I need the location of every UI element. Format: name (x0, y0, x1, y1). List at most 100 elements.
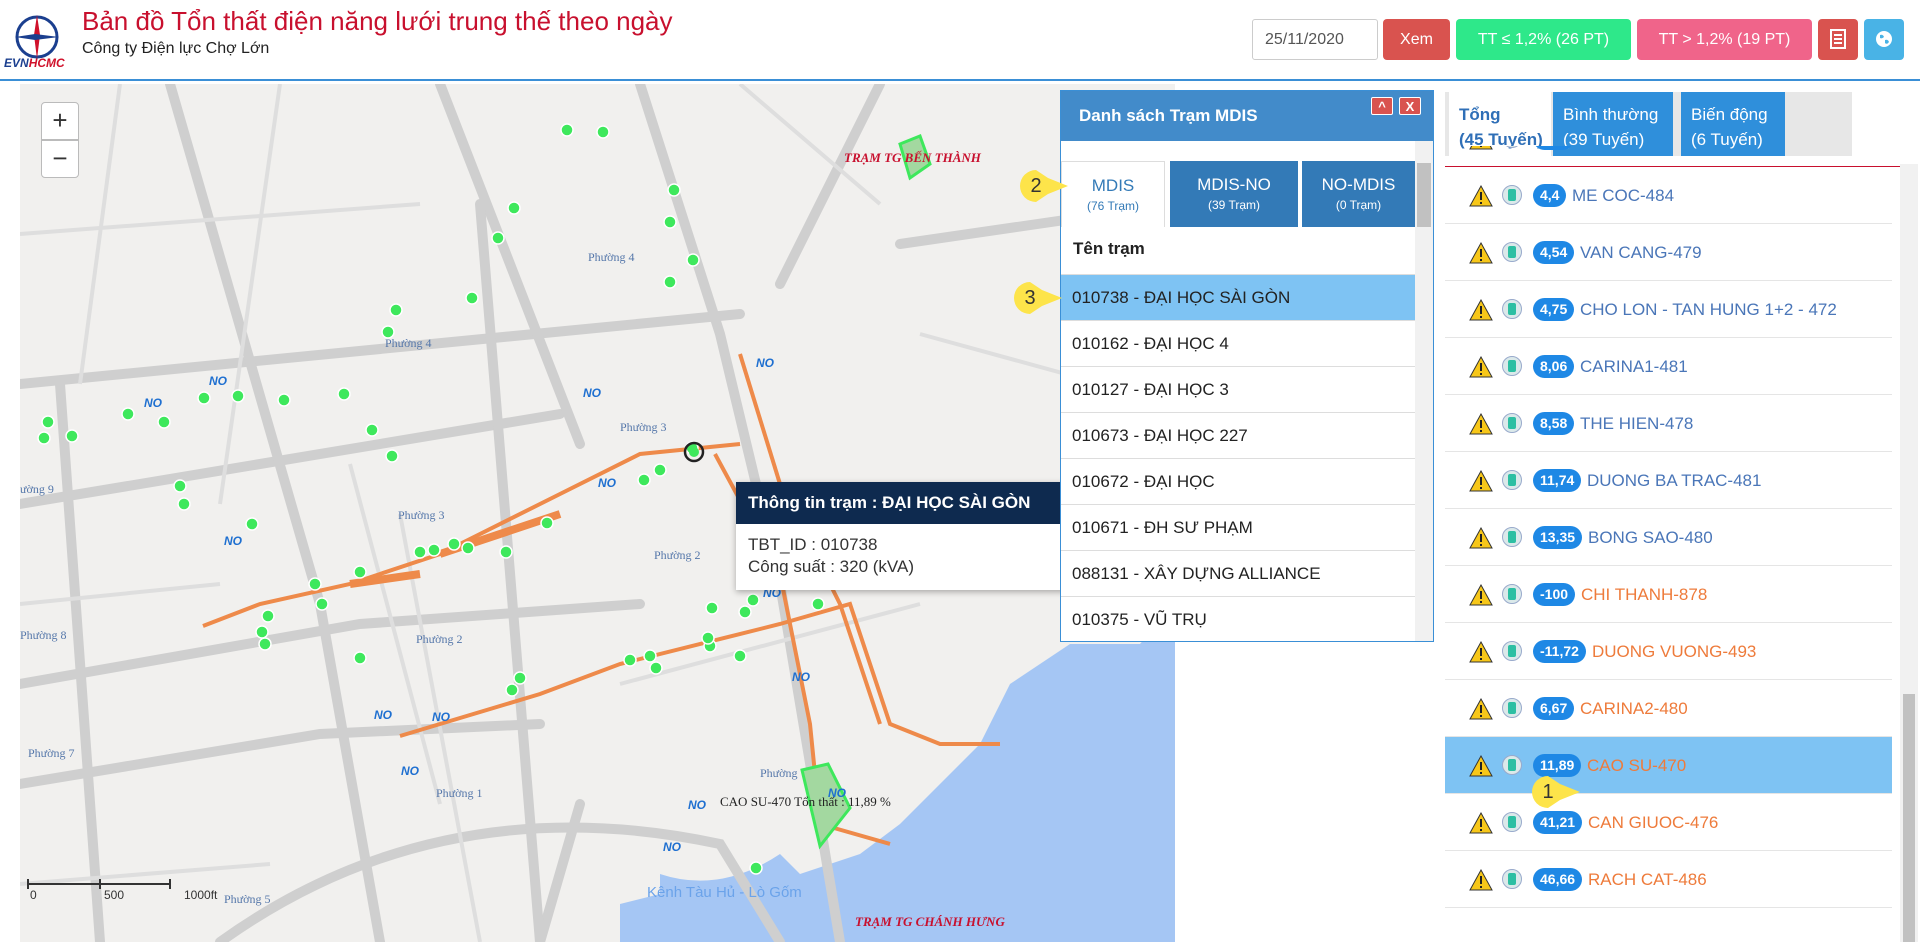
feeder-row[interactable]: 11,74 DUONG BA TRAC-481 (1445, 452, 1892, 509)
ward-label: Phường 4 (385, 336, 432, 350)
meter-icon (1502, 869, 1522, 889)
filter-low-loss-button[interactable]: TT ≤ 1,2% (26 PT) (1456, 19, 1631, 60)
ward-label: Phường 2 (416, 632, 463, 646)
loss-badge: 4,4 (1533, 184, 1567, 207)
tab-label: Tổng (1459, 105, 1501, 124)
callout-number: 2 (1030, 175, 1042, 197)
scrollbar-thumb[interactable] (1903, 694, 1915, 942)
feeder-list: 0,07TRAM BOM NUOC THAT 4704,4ME COC-4844… (1445, 146, 1892, 942)
feeder-row[interactable]: 0,07 TRAM BOM NUOC THAT 470 (1445, 146, 1892, 167)
feeder-name: DUONG VUONG-493 (1592, 642, 1757, 661)
page-subtitle: Công ty Điện lực Chợ Lớn (82, 40, 270, 57)
loss-badge: 11,74 (1533, 469, 1582, 492)
feeder-name: ME COC-484 (1572, 186, 1675, 205)
tab-count: (39 Trạm) (1207, 198, 1260, 212)
tab-label: NO-MDIS (1321, 175, 1396, 194)
feeder-name: VAN CANG-479 (1580, 243, 1702, 262)
date-input[interactable]: 25/11/2020 (1252, 19, 1378, 60)
feeder-row[interactable]: 11,89 CAO SU-470 (1445, 737, 1892, 794)
warning-icon (1469, 299, 1493, 321)
zoom-out-button[interactable]: − (41, 140, 79, 178)
warning-icon (1469, 185, 1493, 207)
panel-close-button[interactable]: X (1399, 97, 1421, 115)
station-row[interactable]: 010375 - VŨ TRỤ (1061, 596, 1415, 642)
feeder-row[interactable]: 13,35 BONG SAO-480 (1445, 509, 1892, 566)
station-row[interactable]: 010162 - ĐẠI HỌC 4 (1061, 320, 1415, 366)
meter-icon (1502, 584, 1522, 604)
callout-number: 1 (1542, 781, 1554, 803)
ward-label: Phường 7 (28, 746, 75, 760)
station-info-popup: Thông tin trạm : ĐẠI HỌC SÀI GÒN TBT_ID … (736, 482, 1080, 590)
station-row[interactable]: 010671 - ĐH SƯ PHẠM (1061, 504, 1415, 550)
feeder-name: CAO SU-470 (1587, 756, 1687, 775)
tab-count: (0 Trạm) (1335, 198, 1382, 212)
feeder-row[interactable]: 4,75 CHO LON - TAN HUNG 1+2 - 472 (1445, 281, 1892, 338)
column-header-station-name: Tên trạm (1073, 239, 1145, 258)
panel-minimize-button[interactable]: ^ (1371, 97, 1393, 115)
station-row[interactable]: 088131 - XÂY DỰNG ALLIANCE (1061, 550, 1415, 596)
station-row[interactable]: 010738 - ĐẠI HỌC SÀI GÒN (1061, 274, 1415, 320)
feeder-name: CHO LON - TAN HUNG 1+2 - 472 (1580, 300, 1837, 319)
report-icon (1830, 29, 1846, 49)
warning-icon (1469, 698, 1493, 720)
popup-tbt-id: TBT_ID : 010738 (748, 535, 878, 554)
loss-badge: 6,67 (1533, 697, 1575, 720)
tab-no-mdis[interactable]: NO-MDIS (0 Trạm) (1302, 161, 1415, 227)
map-canvas[interactable]: TRẠM TG BẾN THÀNH TRẠM TG CHÁNH HƯNG Kên… (20, 84, 1175, 942)
feeder-row[interactable]: 6,67 CARINA2-480 (1445, 680, 1892, 737)
view-button[interactable]: Xem (1383, 19, 1450, 60)
substation-label-chanh-hung: TRẠM TG CHÁNH HƯNG (855, 914, 1005, 929)
loss-badge: 4,54 (1533, 241, 1575, 264)
callout-number: 3 (1024, 287, 1036, 309)
feeder-name: RACH CAT-486 (1588, 870, 1707, 889)
tab-label: MDIS-NO (1197, 175, 1271, 194)
feeder-row[interactable]: 46,66 RACH CAT-486 (1445, 851, 1892, 908)
tab-mdis-no[interactable]: MDIS-NO (39 Trạm) (1170, 161, 1298, 227)
globe-button[interactable] (1864, 19, 1904, 60)
scale-label: 1000ft (184, 888, 218, 902)
scrollbar-thumb[interactable] (1417, 163, 1431, 227)
ward-label: ường 9 (20, 482, 54, 496)
feeder-scrollbar[interactable] (1900, 164, 1918, 942)
loss-badge: 4,75 (1533, 298, 1575, 321)
warning-icon (1469, 413, 1493, 435)
station-row[interactable]: 010673 - ĐẠI HỌC 227 (1061, 412, 1415, 458)
meter-icon (1502, 812, 1522, 832)
station-row[interactable]: 010127 - ĐẠI HỌC 3 (1061, 366, 1415, 412)
filter-high-loss-button[interactable]: TT > 1,2% (19 PT) (1637, 19, 1812, 60)
ward-label: Phường 4 (588, 250, 635, 264)
feeder-row[interactable]: -100 CHI THANH-878 (1445, 566, 1892, 623)
feeder-row[interactable]: 8,06 CARINA1-481 (1445, 338, 1892, 395)
ward-label: Phường 1 (436, 786, 483, 800)
feeder-name: CHI THANH-878 (1581, 585, 1708, 604)
meter-icon (1502, 470, 1522, 490)
meter-icon (1502, 413, 1522, 433)
feeder-row[interactable]: 8,58 THE HIEN-478 (1445, 395, 1892, 452)
warning-icon (1469, 146, 1493, 150)
feeder-row[interactable]: 41,21 CAN GIUOC-476 (1445, 794, 1892, 851)
mdis-scrollbar[interactable] (1415, 141, 1433, 641)
loss-badge: 8,06 (1533, 355, 1575, 378)
no-label: NO (756, 356, 774, 370)
ward-label: Phường 8 (20, 628, 67, 642)
no-label: NO (792, 670, 810, 684)
tab-count: (76 Trạm) (1086, 199, 1139, 213)
warning-icon (1469, 527, 1493, 549)
divider (1445, 166, 1915, 167)
warning-icon (1469, 641, 1493, 663)
ward-label: Phường (760, 766, 798, 780)
popup-capacity: Công suất : 320 (kVA) (748, 557, 914, 576)
tab-mdis[interactable]: MDIS (76 Trạm) (1061, 161, 1165, 227)
warning-icon (1469, 812, 1493, 834)
no-label: NO (583, 386, 601, 400)
report-button[interactable] (1818, 19, 1858, 60)
feeder-row[interactable]: 4,4 ME COC-484 (1445, 167, 1892, 224)
station-row[interactable]: 010672 - ĐẠI HỌC (1061, 458, 1415, 504)
loss-badge: 13,35 (1533, 526, 1583, 549)
feeder-row[interactable]: -11,72 DUONG VUONG-493 (1445, 623, 1892, 680)
feeder-row[interactable]: 4,54 VAN CANG-479 (1445, 224, 1892, 281)
mdis-panel-title: Danh sách Trạm MDIS (1079, 106, 1258, 125)
ward-label: Phường 3 (398, 508, 445, 522)
meter-icon (1502, 755, 1522, 775)
zoom-in-button[interactable]: + (41, 102, 79, 140)
